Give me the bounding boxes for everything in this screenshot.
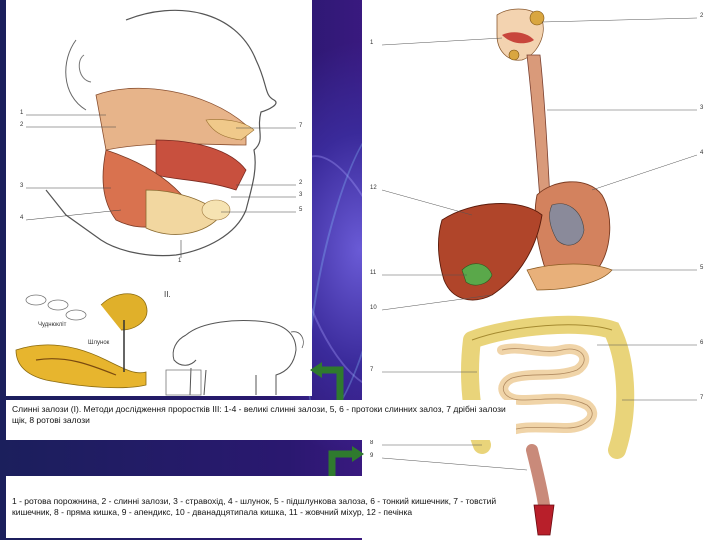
leader-number: 5: [700, 265, 704, 271]
leader-number: 2: [20, 122, 24, 128]
leader-number: 3: [700, 105, 704, 111]
leader-number: 5: [299, 207, 303, 213]
digestive-caption: 1 - ротова порожнина, 2 - слинні залози,…: [6, 476, 520, 538]
digestive-tract-illustration: [381, 8, 698, 536]
leader-number: 12: [370, 185, 377, 191]
head-section-illustration: [15, 9, 304, 396]
leader-number: 7: [370, 367, 374, 373]
leader-number: 7: [299, 123, 303, 129]
leader-number: 3: [20, 183, 24, 189]
leader-number: 9: [370, 453, 374, 459]
method-label: Чуднюкліт: [38, 322, 67, 328]
leader-number: 4: [700, 150, 704, 156]
leader-number: 2: [299, 180, 303, 186]
leader-number: 2: [700, 13, 704, 19]
leader-number: 8: [370, 440, 374, 446]
leader-number: 1: [370, 40, 374, 46]
salivary-glands-figure-panel: II. Чуднюкліт Шлунок 1 2 3 4 7 2 3 5 1: [6, 0, 312, 396]
leader-number: 3: [299, 192, 303, 198]
leader-number: 4: [20, 215, 24, 221]
bent-arrow-icon: [310, 362, 344, 400]
leader-number: 11: [370, 270, 377, 276]
method-label: Шлунок: [88, 340, 110, 346]
salivary-caption: Слинні залози (І). Методи дослідження пр…: [6, 400, 516, 440]
leader-number: 6: [700, 340, 704, 346]
leader-number: 10: [370, 305, 377, 311]
leader-number: 1: [178, 258, 182, 264]
leader-number: 1: [20, 110, 24, 116]
figure-number: II.: [164, 290, 171, 299]
leader-number: 7: [700, 395, 704, 401]
digestive-system-figure-panel: 1 12 11 10 7 8 9 2 3 4 5 6 7: [362, 0, 720, 540]
